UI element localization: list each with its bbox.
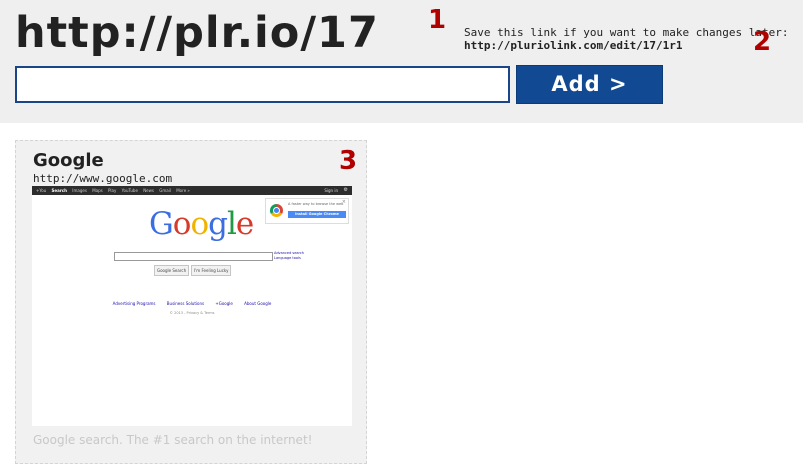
- thumb-bar-item: Play: [108, 188, 117, 193]
- logo-letter: e: [235, 206, 254, 242]
- add-button[interactable]: Add >: [516, 65, 663, 104]
- marker-2: 2: [753, 27, 772, 57]
- thumb-search-box: [114, 252, 273, 261]
- thumb-bar-item: More »: [176, 188, 190, 193]
- thumb-bar-item: Search: [51, 188, 68, 193]
- gear-icon: ⚙: [343, 187, 348, 193]
- thumb-bar-item: Gmail: [159, 188, 171, 193]
- edit-note-text: Save this link if you want to make chang…: [464, 26, 789, 39]
- thumb-footer-link: Advertising Programs: [112, 301, 156, 306]
- thumb-bar-item: Maps: [92, 188, 103, 193]
- link-card[interactable]: Google http://www.google.com 3 +You Sear…: [15, 140, 367, 464]
- card-title[interactable]: Google: [33, 150, 104, 172]
- page-thumbnail[interactable]: +You Search Images Maps Play YouTube New…: [32, 186, 352, 426]
- marker-3: 3: [339, 146, 358, 176]
- chrome-promo-popup: A faster way to browse the web Install G…: [265, 198, 349, 224]
- logo-letter: G: [149, 206, 174, 242]
- logo-letter: g: [208, 206, 228, 242]
- thumb-footer-link: Business Solutions: [166, 301, 205, 306]
- thumb-google-bar: +You Search Images Maps Play YouTube New…: [32, 186, 352, 195]
- thumb-footer-link: About Google: [244, 301, 272, 306]
- logo-letter: o: [172, 206, 192, 242]
- google-logo: Google: [149, 206, 254, 242]
- thumb-bar-item: YouTube: [121, 188, 138, 193]
- logo-letter: l: [226, 206, 237, 242]
- thumb-advanced-links: Advanced search Language tools: [274, 251, 304, 261]
- edit-link-note: Save this link if you want to make chang…: [464, 26, 789, 52]
- card-url[interactable]: http://www.google.com: [33, 172, 172, 185]
- install-chrome-button: Install Google Chrome: [288, 211, 346, 218]
- close-icon: ×: [341, 199, 346, 205]
- popup-text: A faster way to browse the web: [288, 202, 344, 206]
- card-description: Google search. The #1 search on the inte…: [33, 433, 313, 447]
- thumb-bar-item: +You: [36, 188, 47, 193]
- thumb-search-button: Google Search: [154, 265, 190, 276]
- marker-1: 1: [428, 5, 447, 35]
- edit-link[interactable]: http://pluriolink.com/edit/17/1r1: [464, 39, 789, 52]
- thumb-footer-links: Advertising Programs Business Solutions …: [32, 301, 352, 307]
- thumb-copyright: © 2013 - Privacy & Terms: [169, 311, 215, 315]
- thumb-sign-in: Sign in: [324, 188, 338, 193]
- chrome-icon: [270, 204, 283, 217]
- thumb-bar-item: Images: [72, 188, 87, 193]
- thumb-bar-item: News: [143, 188, 154, 193]
- short-url[interactable]: http://plr.io/17: [15, 3, 379, 63]
- logo-letter: o: [190, 206, 209, 242]
- top-bar: http://plr.io/17 1 Save this link if you…: [0, 0, 803, 123]
- thumb-footer-link: +Google: [215, 301, 233, 306]
- url-input[interactable]: [15, 66, 510, 103]
- thumb-language-tools: Language tools: [274, 256, 301, 260]
- thumb-lucky-button: I'm Feeling Lucky: [191, 265, 232, 276]
